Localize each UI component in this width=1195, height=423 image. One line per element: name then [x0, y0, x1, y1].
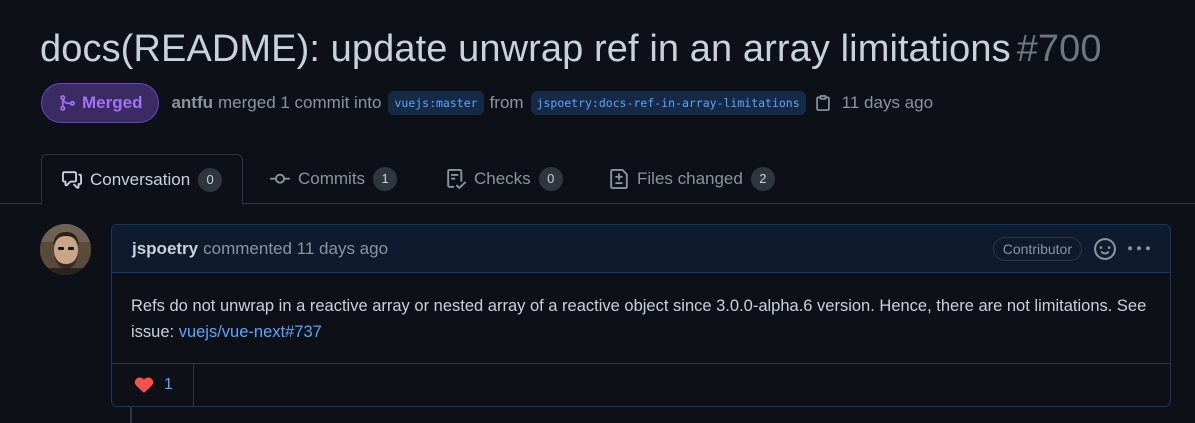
heart-reaction-count: 1: [164, 376, 173, 393]
pr-number: #700: [1016, 28, 1102, 70]
tab-checks-count: 0: [538, 167, 563, 191]
tab-files-changed-label: Files changed: [637, 169, 743, 188]
smiley-icon: [1094, 238, 1116, 260]
comment-body: Refs do not unwrap in a reactive array o…: [112, 273, 1170, 365]
tab-files-changed-count: 2: [750, 167, 775, 191]
tab-conversation-count: 0: [198, 167, 223, 192]
heart-reaction-button[interactable]: 1: [112, 364, 194, 406]
conversation-icon: [62, 170, 82, 189]
tab-commits[interactable]: Commits 1: [250, 154, 417, 204]
comment-author-link[interactable]: jspoetry: [132, 239, 198, 259]
comment-header: jspoetry commented 11 days ago Contribut…: [112, 225, 1170, 273]
file-diff-icon: [610, 169, 628, 189]
tab-commits-count: 1: [373, 167, 398, 191]
contributor-badge: Contributor: [992, 237, 1082, 261]
add-reaction-button[interactable]: [1094, 238, 1116, 260]
comment-reactions: 1: [112, 363, 1170, 406]
merge-author-link[interactable]: antfu: [171, 93, 213, 113]
tab-conversation[interactable]: Conversation 0: [41, 154, 244, 205]
tab-files-changed[interactable]: Files changed 2: [589, 154, 795, 204]
tab-conversation-label: Conversation: [90, 169, 191, 189]
pr-title-text: docs(README): update unwrap ref in an ar…: [40, 28, 1011, 70]
commit-icon: [270, 173, 290, 184]
heart-icon: [134, 377, 154, 393]
checklist-icon: [447, 169, 466, 189]
pr-tabs: Conversation 0 Commits 1 Checks 0 Files …: [0, 154, 1195, 205]
merge-text: merged 1 commit into: [218, 93, 382, 112]
merged-state-badge: Merged: [41, 83, 160, 123]
head-branch-link[interactable]: jspoetry:docs-ref-in-array-limitations: [530, 91, 806, 115]
copy-branch-icon[interactable]: [814, 94, 832, 112]
base-branch-link[interactable]: vuejs:master: [388, 91, 484, 115]
avatar[interactable]: [40, 224, 91, 275]
git-merge-icon: [60, 95, 75, 111]
pr-meta: Merged antfu merged 1 commit into vuejs:…: [41, 83, 938, 123]
issue-link[interactable]: vuejs/vue-next#737: [179, 323, 322, 341]
merge-time: 11 days ago: [841, 93, 934, 112]
pr-title: docs(README): update unwrap ref in an ar…: [40, 28, 1102, 71]
comment-meta[interactable]: commented 11 days ago: [203, 239, 388, 259]
tab-commits-label: Commits: [298, 169, 366, 188]
tab-checks-label: Checks: [474, 169, 531, 188]
kebab-horizontal-icon: [1128, 246, 1150, 251]
merged-label: Merged: [82, 93, 143, 112]
more-options-button[interactable]: [1128, 238, 1150, 260]
comment-card: jspoetry commented 11 days ago Contribut…: [111, 224, 1171, 407]
timeline-line: [130, 405, 132, 423]
from-text: from: [489, 93, 524, 112]
tab-checks[interactable]: Checks 0: [426, 154, 583, 204]
